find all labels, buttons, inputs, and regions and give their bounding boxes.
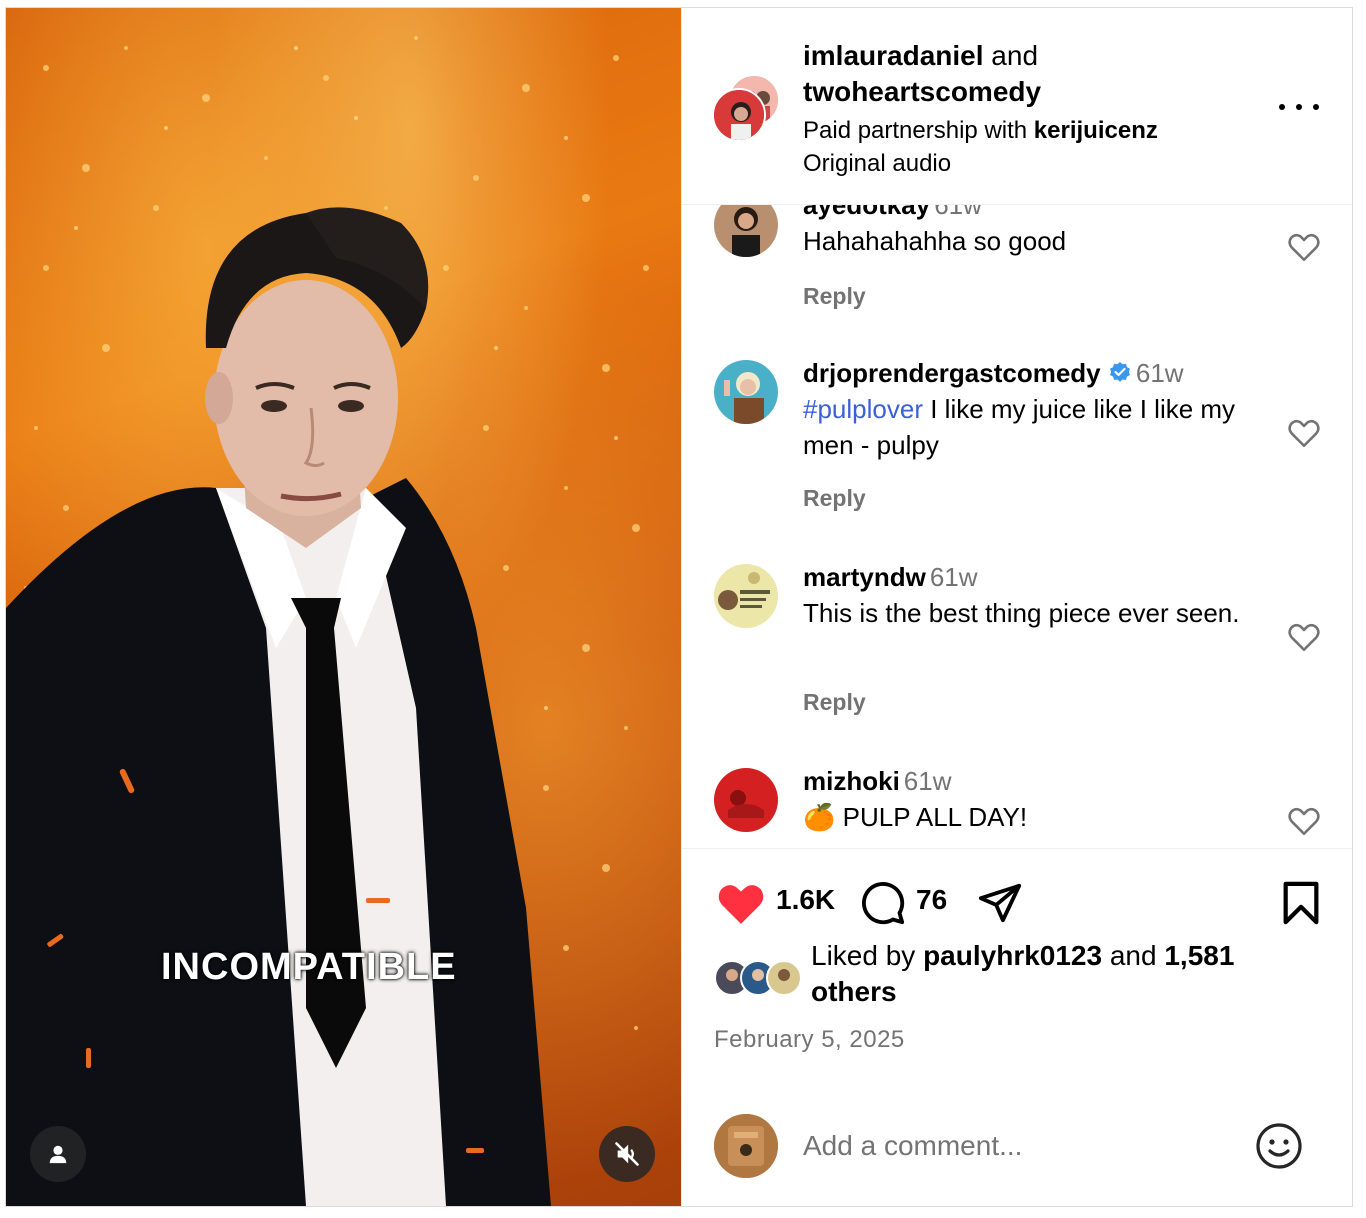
- orange-emoji: 🍊: [803, 802, 836, 832]
- post-header: imlauradaniel and twoheartscomedy Paid p…: [682, 8, 1352, 205]
- reply-button[interactable]: Reply: [803, 689, 866, 716]
- liked-by-label: Liked by: [811, 940, 916, 971]
- avatar[interactable]: [714, 768, 778, 832]
- collab-avatars[interactable]: [712, 74, 782, 144]
- likes-and: and: [1109, 940, 1157, 971]
- add-comment-bar: [682, 1098, 1352, 1206]
- author-username[interactable]: twoheartscomedy: [803, 76, 1041, 107]
- comment-time[interactable]: 61w: [904, 766, 952, 796]
- partnership-label: Paid partnership with: [803, 117, 1028, 144]
- comment-time[interactable]: 61w: [934, 205, 982, 220]
- comment-username[interactable]: ayedotkay: [803, 205, 930, 220]
- video-caption: INCOMPATIBLE: [161, 946, 457, 988]
- avatar[interactable]: [714, 1114, 778, 1178]
- like-count[interactable]: 1.6K: [776, 884, 835, 916]
- likes-others: others: [811, 976, 897, 1007]
- muted-speaker-icon: [615, 1142, 639, 1166]
- avatar[interactable]: [714, 205, 778, 257]
- mute-toggle-button[interactable]: [599, 1126, 655, 1182]
- heart-icon[interactable]: [1287, 805, 1321, 837]
- post-date[interactable]: February 5, 2025: [714, 1026, 905, 1054]
- avatar[interactable]: [712, 88, 766, 142]
- comment-text: Hahahahahha so good: [803, 226, 1067, 256]
- user-icon: [49, 1145, 67, 1164]
- comment-icon[interactable]: [860, 880, 906, 926]
- share-icon[interactable]: [976, 880, 1024, 926]
- post-dialog: INCOMPATIBLE imlauradaniel and twohearts…: [5, 7, 1353, 1207]
- liker-username[interactable]: paulyhrk0123: [923, 940, 1102, 971]
- likes-text: Liked by paulyhrk0123 and 1,581 others: [811, 938, 1331, 1010]
- partner-link[interactable]: kerijuicenz: [1034, 117, 1158, 144]
- post-subtitle: Paid partnership with kerijuicenz Origin…: [803, 114, 1158, 180]
- comment-username[interactable]: mizhoki: [803, 766, 900, 796]
- heart-icon[interactable]: [1287, 231, 1321, 263]
- verified-badge-icon: [1109, 362, 1130, 382]
- tagged-users-button[interactable]: [30, 1126, 86, 1182]
- author-conjunction: and: [991, 40, 1039, 71]
- heart-icon[interactable]: [1287, 417, 1321, 449]
- comment-input[interactable]: [803, 1126, 1233, 1166]
- likes-count: 1,581: [1164, 940, 1235, 971]
- like-heart-icon[interactable]: [715, 880, 767, 926]
- video-player[interactable]: INCOMPATIBLE: [6, 8, 681, 1206]
- liker-avatars[interactable]: [714, 960, 806, 1000]
- reply-button[interactable]: Reply: [803, 485, 866, 512]
- comment-username[interactable]: drjoprendergastcomedy: [803, 358, 1101, 388]
- author-username[interactable]: imlauradaniel: [803, 40, 984, 71]
- bookmark-icon[interactable]: [1280, 880, 1322, 926]
- comment-text: This is the best thing piece ever seen.: [803, 598, 1240, 628]
- comment-count[interactable]: 76: [916, 884, 947, 916]
- hashtag-link[interactable]: #pulplover: [803, 394, 923, 424]
- divider: [682, 848, 1352, 849]
- emoji-icon[interactable]: [1255, 1122, 1303, 1170]
- reply-button[interactable]: Reply: [803, 283, 866, 310]
- comments-list[interactable]: ayedotkay 61w Hahahahahha so good Reply d…: [682, 205, 1352, 848]
- comment-time[interactable]: 61w: [1136, 358, 1184, 388]
- comment-username[interactable]: martyndw: [803, 562, 926, 592]
- avatar[interactable]: [714, 564, 778, 628]
- more-options-icon[interactable]: [1279, 92, 1319, 122]
- comment-time[interactable]: 61w: [930, 562, 978, 592]
- comment-text: PULP ALL DAY!: [842, 802, 1028, 832]
- post-details-panel: imlauradaniel and twoheartscomedy Paid p…: [681, 8, 1352, 1206]
- audio-link[interactable]: Original audio: [803, 150, 951, 177]
- heart-icon[interactable]: [1287, 621, 1321, 653]
- avatar[interactable]: [714, 360, 778, 424]
- person-figure: [6, 207, 551, 1206]
- post-authors: imlauradaniel and twoheartscomedy: [803, 38, 1041, 110]
